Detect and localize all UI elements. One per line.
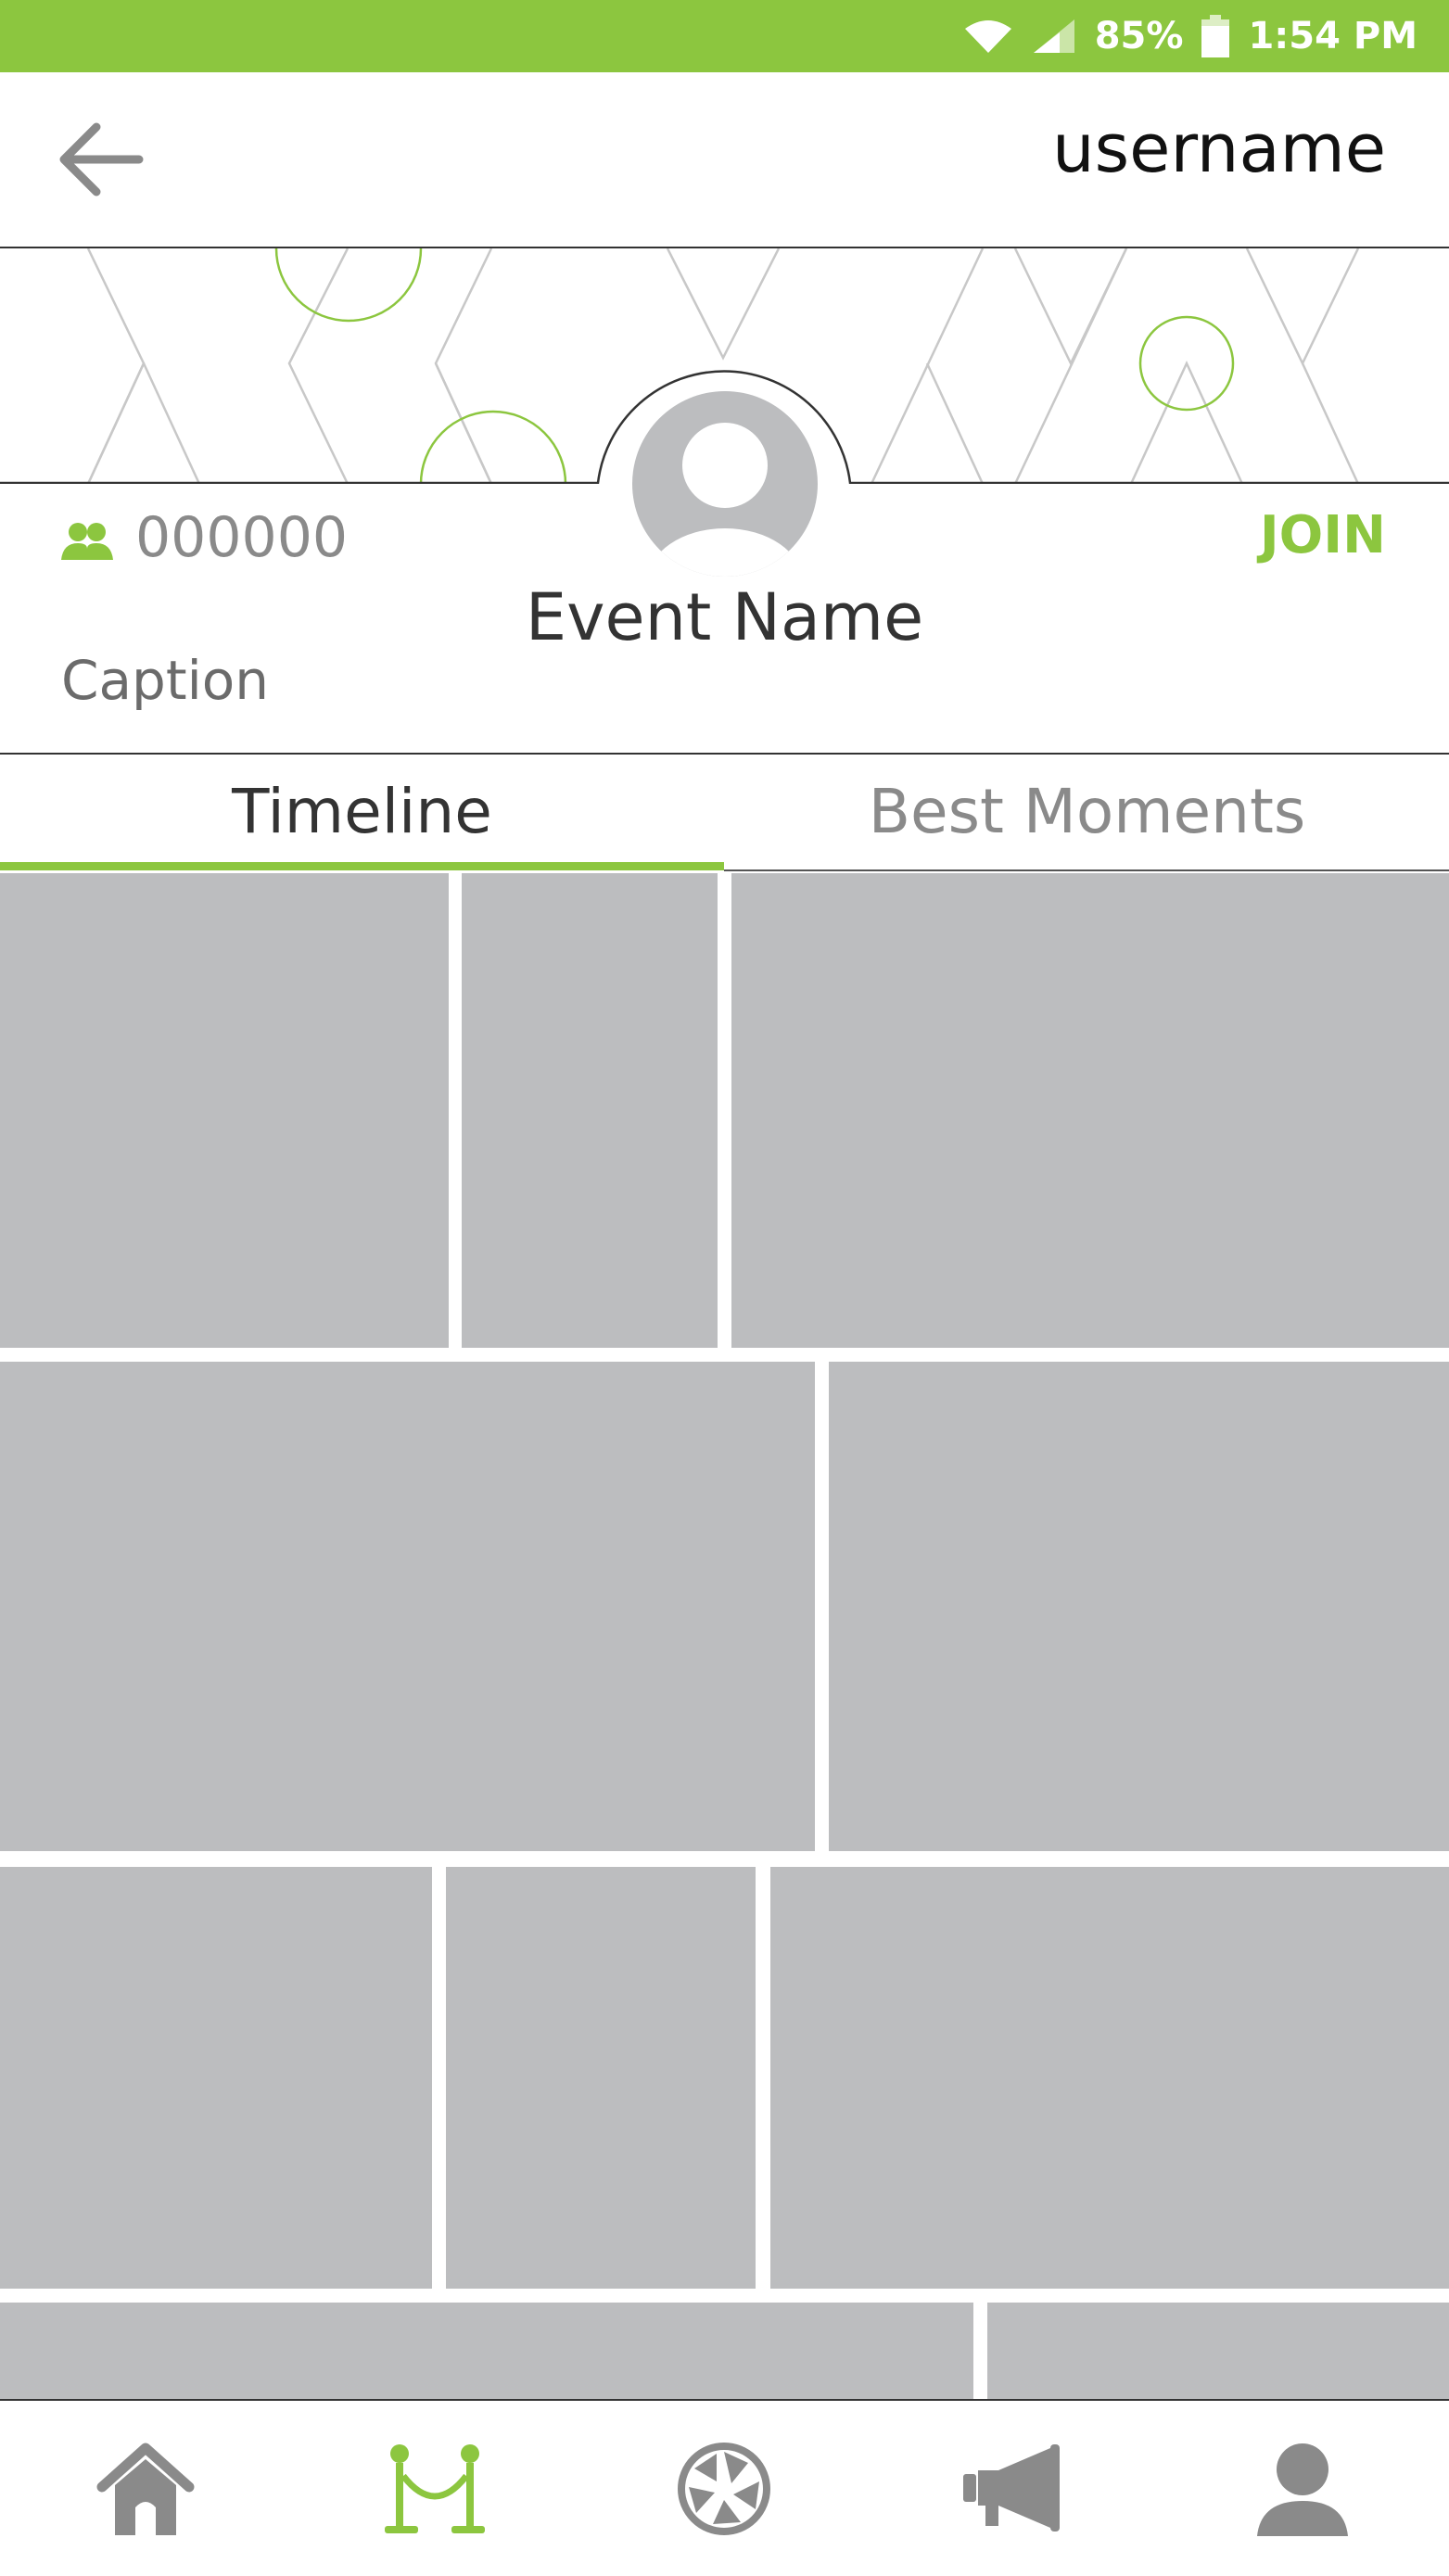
- photo-tile[interactable]: [0, 873, 449, 1348]
- username-title[interactable]: username: [1052, 109, 1386, 187]
- photo-tile[interactable]: [731, 873, 1449, 1348]
- tabs-bottom-divider: [724, 869, 1449, 871]
- status-bar: 85% 1:54 PM: [0, 0, 1449, 72]
- members-icon: [61, 523, 113, 560]
- tab-timeline[interactable]: Timeline: [0, 755, 724, 868]
- photo-tile[interactable]: [770, 1867, 1449, 2289]
- nav-home[interactable]: [85, 2429, 206, 2549]
- cell-signal-icon: [1033, 19, 1074, 53]
- tab-best-moments[interactable]: Best Moments: [725, 755, 1449, 868]
- nav-profile[interactable]: [1242, 2429, 1363, 2549]
- active-tab-indicator: [0, 862, 724, 870]
- battery-icon: [1201, 15, 1230, 57]
- photo-tile[interactable]: [462, 873, 718, 1348]
- arrow-left-icon: [59, 122, 144, 197]
- photo-tile[interactable]: [446, 1867, 756, 2289]
- megaphone-icon: [963, 2444, 1060, 2532]
- back-button[interactable]: [56, 116, 148, 204]
- nav-announcements[interactable]: [953, 2429, 1074, 2549]
- event-caption: Caption: [61, 649, 269, 712]
- status-time: 1:54 PM: [1248, 15, 1417, 57]
- photo-tile[interactable]: [0, 1867, 432, 2289]
- nav-events[interactable]: [375, 2429, 495, 2549]
- join-button[interactable]: JOIN: [1260, 505, 1386, 565]
- photo-tile[interactable]: [987, 2303, 1449, 2399]
- person-avatar-icon[interactable]: [630, 389, 820, 578]
- camera-aperture-icon: [678, 2443, 770, 2535]
- photo-tile[interactable]: [0, 1362, 815, 1851]
- battery-percentage: 85%: [1094, 15, 1184, 57]
- profile-icon: [1257, 2443, 1348, 2536]
- wifi-icon: [964, 20, 1011, 53]
- event-stanchion-icon: [385, 2444, 485, 2533]
- photo-tile[interactable]: [0, 2303, 973, 2399]
- nav-camera[interactable]: [664, 2429, 784, 2549]
- photo-tile[interactable]: [829, 1362, 1449, 1851]
- home-icon: [96, 2443, 195, 2535]
- member-count: 000000: [135, 505, 349, 570]
- event-name: Event Name: [525, 579, 924, 655]
